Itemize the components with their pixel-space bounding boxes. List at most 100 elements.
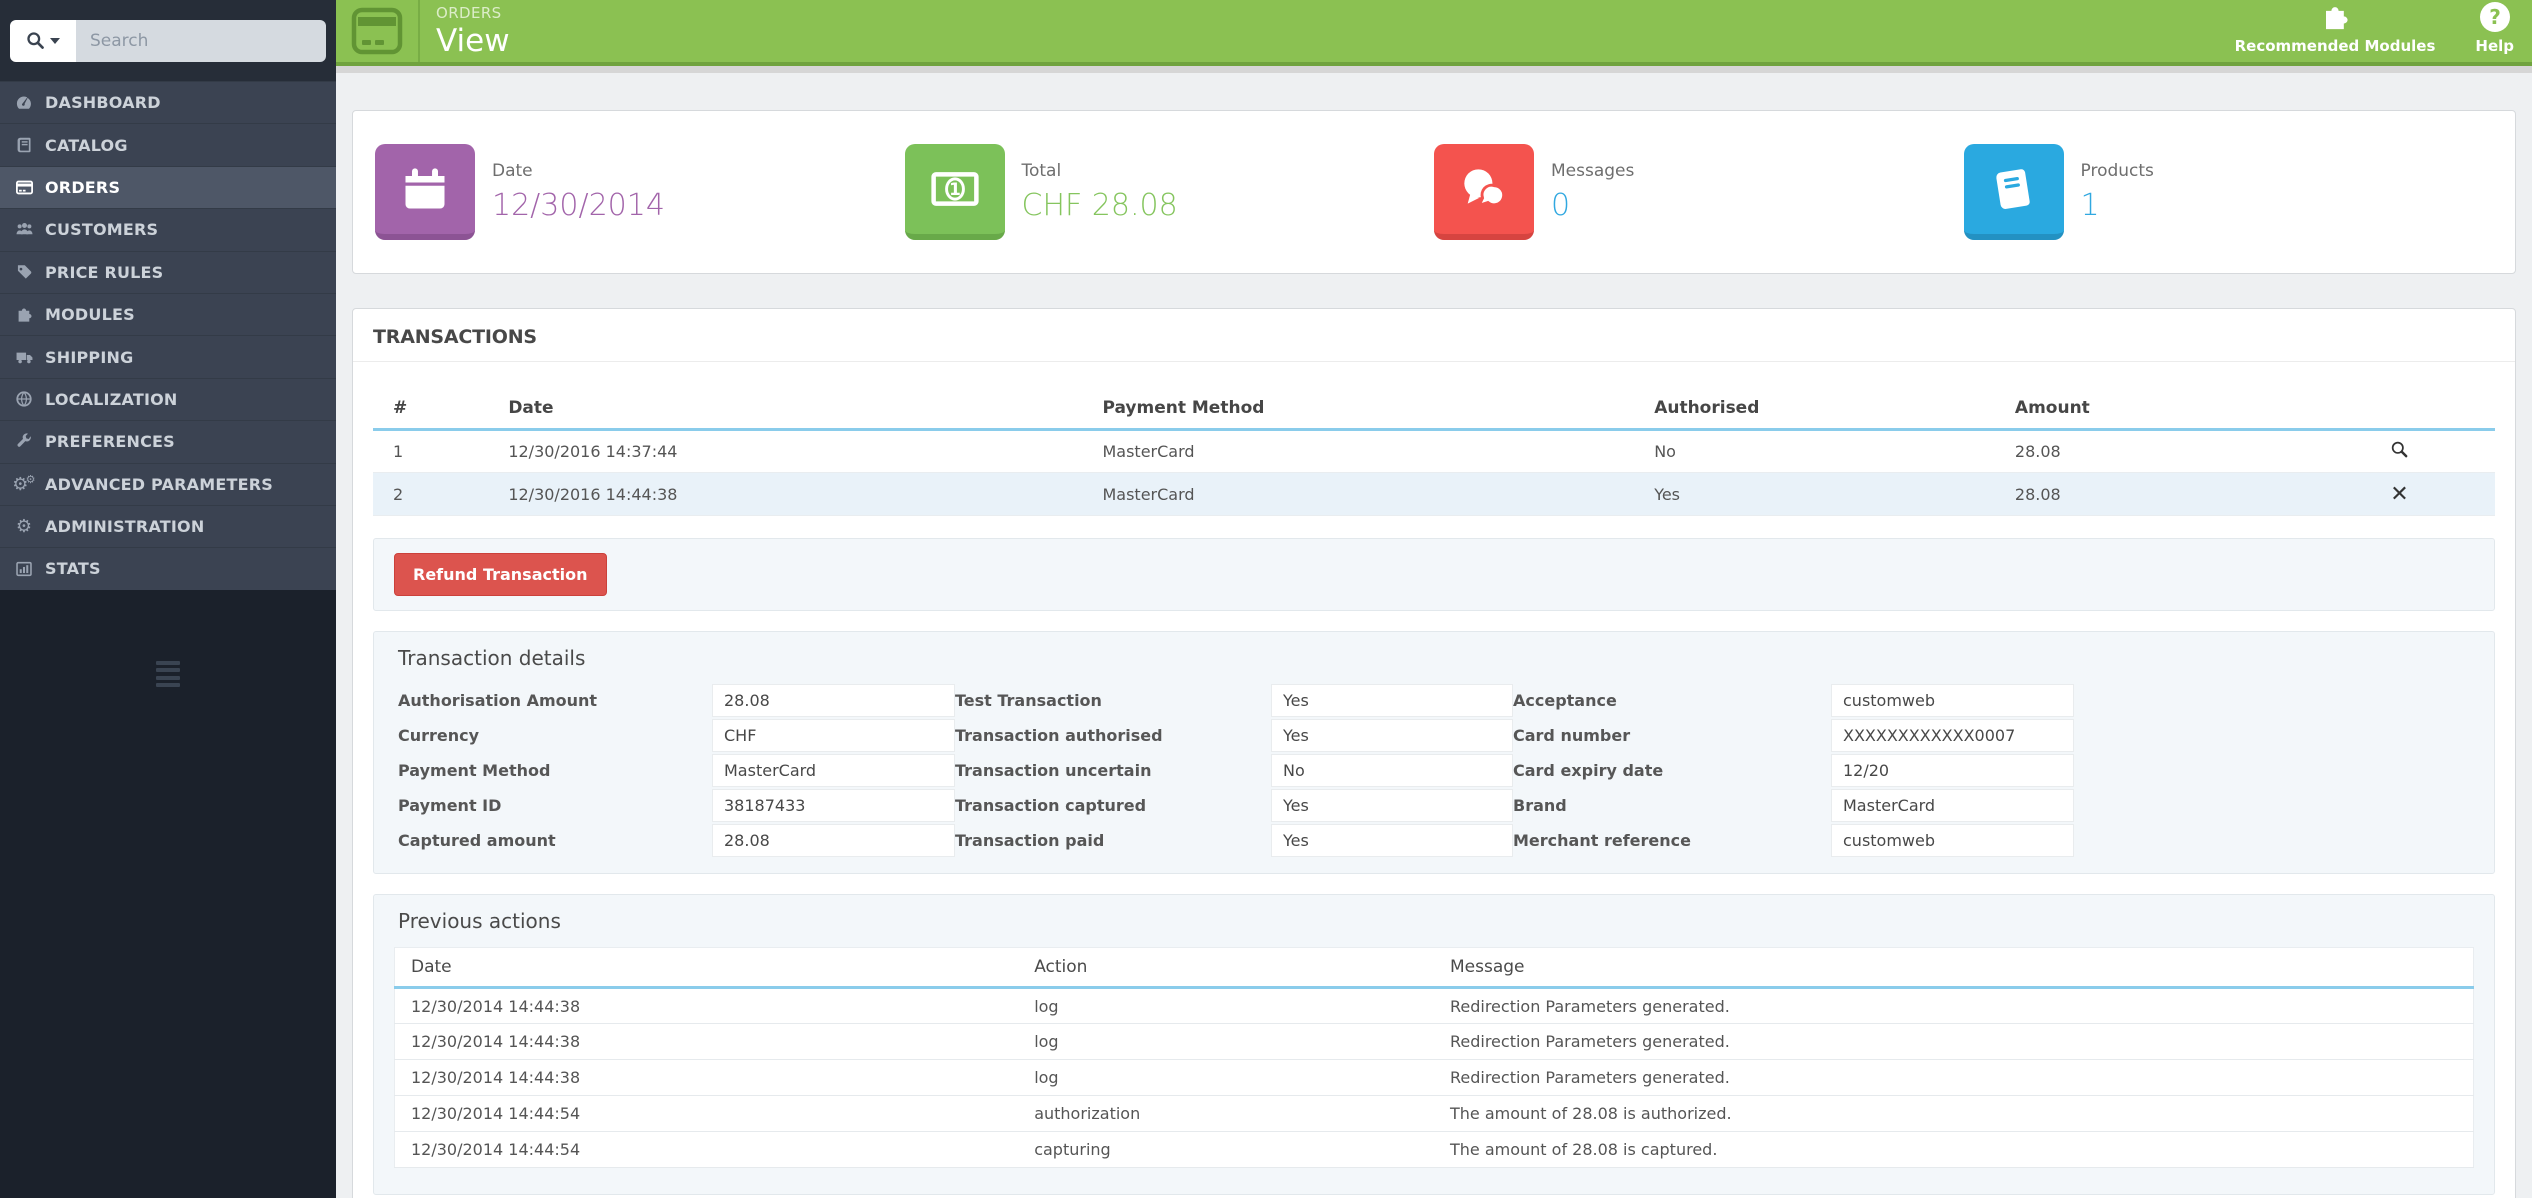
calendar-icon — [375, 144, 475, 240]
sidebar-item-label: ORDERS — [45, 177, 121, 197]
header-divider — [418, 0, 420, 62]
help-icon: ? — [2479, 2, 2510, 32]
action-date: 12/30/2014 14:44:54 — [394, 1095, 1019, 1132]
search-box — [10, 19, 326, 62]
chat-bubbles-icon — [1434, 144, 1534, 240]
tx-method: MasterCard — [1094, 472, 1647, 516]
sidebar-item-orders[interactable]: ORDERS — [0, 165, 336, 209]
action-message: The amount of 28.08 is captured. — [1433, 1131, 2474, 1168]
action-row: 12/30/2014 14:44:54 authorization The am… — [394, 1095, 2474, 1132]
transaction-details-title: Transaction details — [398, 646, 586, 670]
users-icon — [13, 220, 35, 240]
detail-label: Transaction authorised — [955, 726, 1163, 745]
col-date: Date — [500, 388, 1095, 431]
detail-label: Brand — [1513, 796, 1567, 815]
search-input[interactable] — [76, 19, 326, 62]
detail-value: customweb — [1831, 684, 2074, 717]
col-action-date: Date — [394, 947, 1019, 989]
previous-actions-table: Date Action Message 12/30/2014 14:44:38 … — [394, 947, 2474, 1168]
sidebar-item-preferences[interactable]: PREFERENCES — [0, 420, 336, 462]
detail-value: MasterCard — [712, 754, 955, 787]
action-row: 12/30/2014 14:44:38 log Redirection Para… — [394, 1059, 2474, 1096]
transactions-panel: TRANSACTIONS # Date Payment Method Autho… — [352, 308, 2516, 1198]
transaction-row: 1 12/30/2016 14:37:44 MasterCard No 28.0… — [373, 429, 2495, 473]
detail-label: Authorisation Amount — [398, 691, 598, 710]
refund-transaction-button[interactable]: Refund Transaction — [394, 553, 607, 596]
detail-label: Merchant reference — [1513, 831, 1691, 850]
recommended-modules-button[interactable]: Recommended Modules — [2235, 3, 2435, 55]
col-num: # — [373, 388, 501, 431]
detail-label: Currency — [398, 726, 480, 745]
transaction-details-grid: Authorisation Amount 28.08 Test Transact… — [398, 684, 2470, 857]
sidebar-item-dashboard[interactable]: DASHBOARD — [0, 81, 336, 123]
detail-value: customweb — [1831, 824, 2074, 857]
wrench-icon — [13, 432, 35, 452]
tx-date: 12/30/2016 14:37:44 — [500, 429, 1095, 473]
tx-date: 12/30/2016 14:44:38 — [500, 472, 1095, 516]
detail-label: Card number — [1513, 726, 1631, 745]
messages-card: Messages 0 — [1434, 144, 1964, 240]
action-message: Redirection Parameters generated. — [1433, 1059, 2474, 1096]
sidebar-item-label: LOCALIZATION — [45, 389, 178, 409]
sidebar-item-advanced-parameters[interactable]: ⚙⚙ ADVANCED PARAMETERS — [0, 462, 336, 505]
sidebar-item-shipping[interactable]: SHIPPING — [0, 335, 336, 377]
view-transaction-icon[interactable] — [2390, 440, 2409, 459]
dashboard-icon — [13, 93, 35, 113]
gear-icon: ⚙ — [15, 515, 33, 537]
help-button[interactable]: ? Help — [2475, 1, 2514, 55]
refund-section: Refund Transaction — [373, 538, 2495, 611]
sidebar-item-price-rules[interactable]: PRICE RULES — [0, 250, 336, 293]
col-amount: Amount — [2006, 388, 2304, 431]
sidebar-item-customers[interactable]: CUSTOMERS — [0, 208, 336, 250]
tx-num: 2 — [373, 472, 501, 516]
col-authorised: Authorised — [1646, 388, 2007, 431]
page-title: View — [436, 22, 510, 59]
detail-value: Yes — [1271, 684, 1513, 717]
detail-value: No — [1271, 754, 1513, 787]
detail-value: Yes — [1271, 719, 1513, 752]
sidebar-item-modules[interactable]: MODULES — [0, 292, 336, 335]
detail-value: 28.08 — [712, 684, 955, 717]
action-message: Redirection Parameters generated. — [1433, 1023, 2474, 1060]
bar-chart-icon — [13, 559, 35, 579]
sidebar-item-stats[interactable]: STATS — [0, 547, 336, 589]
detail-label: Acceptance — [1513, 691, 1617, 710]
search-type-button[interactable] — [10, 19, 76, 62]
action-type: log — [1018, 1059, 1434, 1096]
sidebar-item-administration[interactable]: ⚙ ADMINISTRATION — [0, 504, 336, 547]
book-icon — [13, 135, 35, 155]
total-card: 1 Total CHF 28.08 — [904, 144, 1435, 240]
close-icon[interactable]: ✕ — [2390, 482, 2408, 507]
breadcrumb: ORDERS — [436, 3, 502, 22]
detail-value: Yes — [1271, 824, 1513, 857]
help-label: Help — [2475, 37, 2514, 55]
detail-label: Test Transaction — [955, 691, 1102, 710]
puzzle-icon — [2325, 7, 2348, 30]
detail-value: 12/20 — [1831, 754, 2074, 787]
sidebar-footer — [0, 589, 336, 1198]
col-message: Message — [1433, 947, 2474, 989]
detail-label: Card expiry date — [1513, 761, 1664, 780]
action-message: The amount of 28.08 is authorized. — [1433, 1095, 2474, 1132]
transactions-table: # Date Payment Method Authorised Amount … — [373, 388, 2495, 516]
page-header: ORDERS View Recommended Modules ? Help — [336, 0, 2532, 66]
sidebar-item-localization[interactable]: LOCALIZATION — [0, 377, 336, 420]
previous-actions-title: Previous actions — [398, 909, 561, 933]
action-row: 12/30/2014 14:44:38 log Redirection Para… — [394, 1023, 2474, 1060]
action-date: 12/30/2014 14:44:38 — [394, 987, 1019, 1024]
sidebar-collapse-icon[interactable] — [156, 660, 180, 688]
products-value: 1 — [2080, 188, 2100, 223]
detail-value: 28.08 — [712, 824, 955, 857]
detail-label: Payment Method — [398, 761, 551, 780]
action-type: authorization — [1018, 1095, 1434, 1132]
total-value: CHF 28.08 — [1021, 188, 1178, 223]
sidebar-item-label: MODULES — [45, 305, 135, 325]
detail-label: Payment ID — [398, 796, 502, 815]
order-summary-panel: Date 12/30/2014 1 Total CHF 28.08 Messag… — [352, 110, 2516, 274]
transactions-panel-title: TRANSACTIONS — [353, 309, 2515, 362]
action-date: 12/30/2014 14:44:54 — [394, 1131, 1019, 1168]
detail-value: CHF — [712, 719, 955, 752]
sidebar-item-catalog[interactable]: CATALOG — [0, 123, 336, 165]
detail-label: Captured amount — [398, 831, 556, 850]
date-card: Date 12/30/2014 — [375, 144, 905, 240]
